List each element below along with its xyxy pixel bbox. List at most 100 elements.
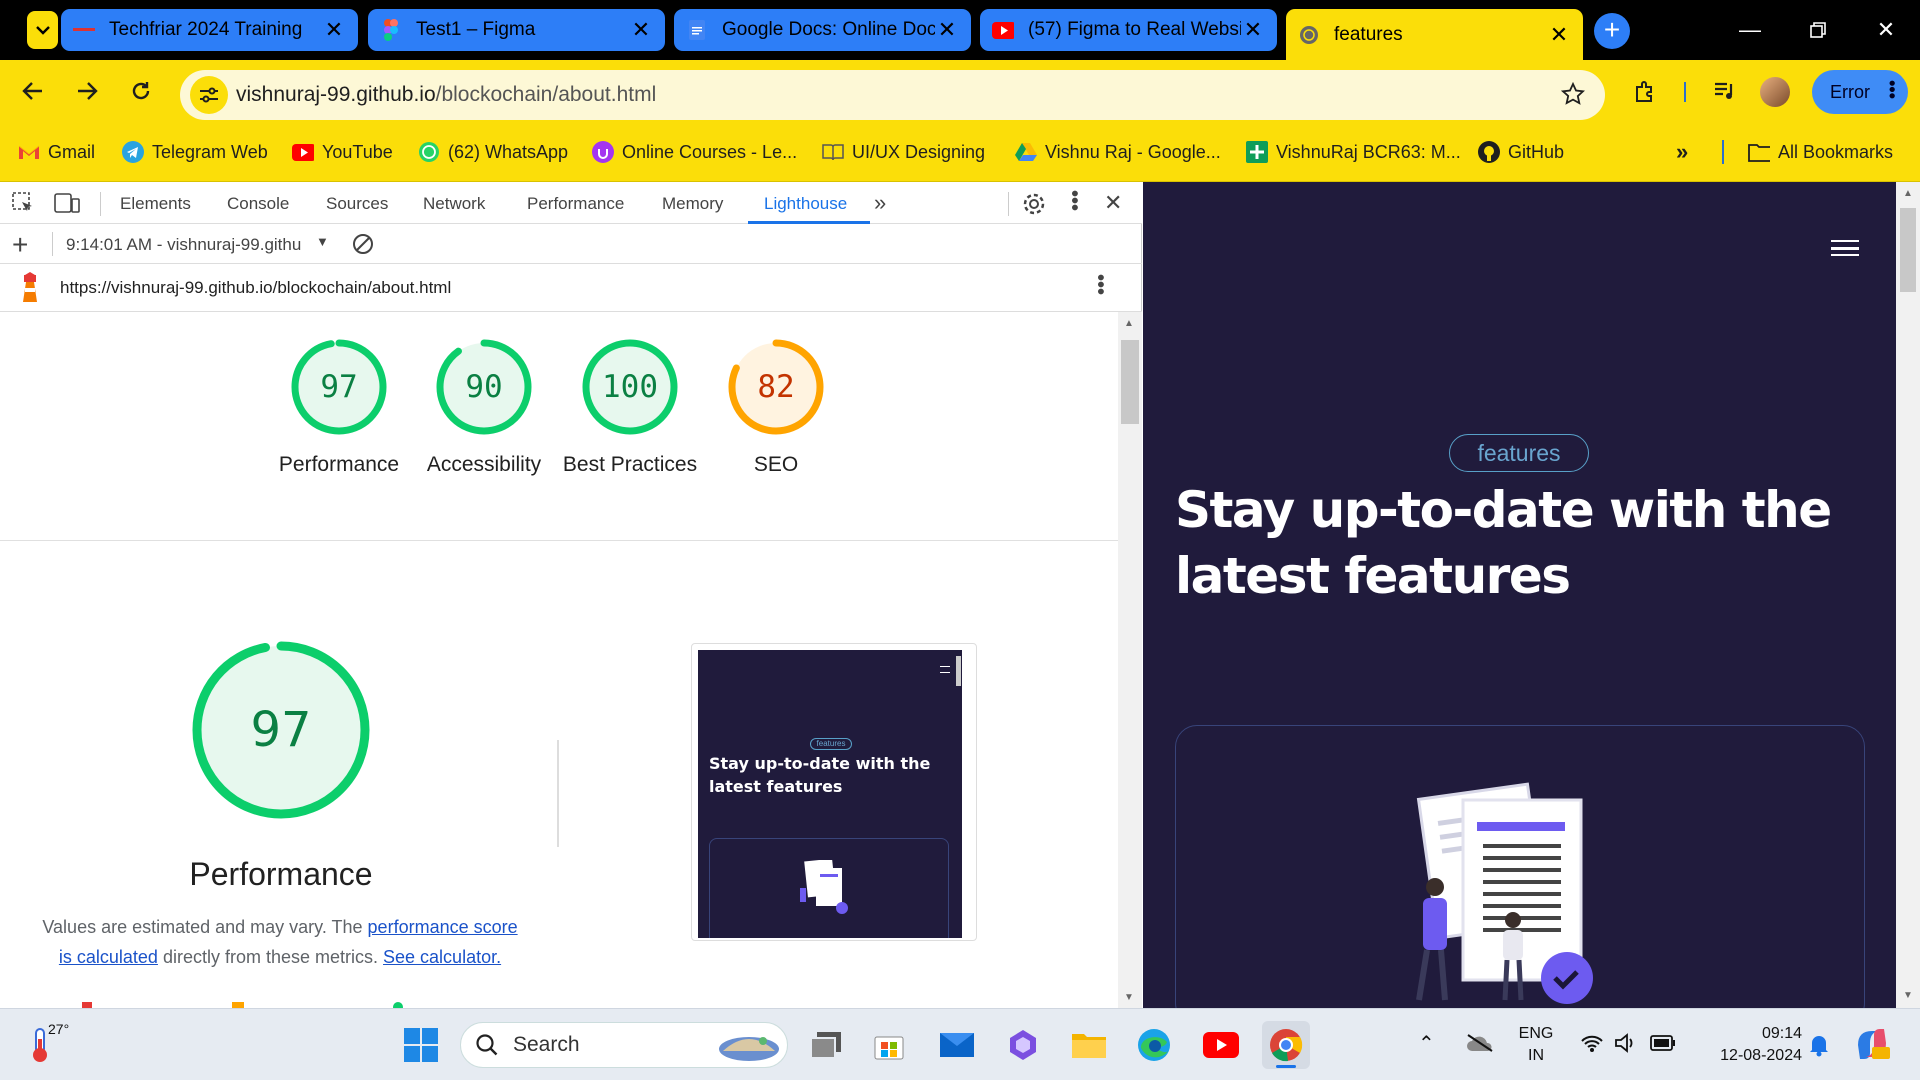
device-toolbar-icon[interactable] — [54, 192, 80, 219]
address-bar[interactable]: vishnuraj-99.github.io/blockochain/about… — [180, 70, 1605, 120]
bookmark-drive[interactable]: Vishnu Raj - Google... — [1015, 138, 1221, 166]
tab-elements[interactable]: Elements — [120, 194, 191, 214]
tab-figma[interactable]: Test1 – Figma ✕ — [368, 9, 665, 51]
bookmark-label: All Bookmarks — [1778, 141, 1894, 162]
book-icon — [822, 141, 844, 163]
weather-widget[interactable]: 27° — [28, 1021, 69, 1065]
profile-avatar[interactable] — [1760, 77, 1790, 107]
tab-sources[interactable]: Sources — [326, 194, 388, 214]
bookmark-uiux[interactable]: UI/UX Designing — [822, 138, 985, 166]
notification-bell-icon[interactable] — [1808, 1033, 1830, 1062]
clear-icon[interactable] — [352, 233, 374, 260]
tab-lighthouse[interactable]: Lighthouse — [764, 194, 847, 214]
youtube-app-icon[interactable] — [1197, 1021, 1245, 1069]
close-devtools-icon[interactable]: ✕ — [1104, 190, 1122, 216]
extensions-icon[interactable] — [1628, 74, 1662, 108]
see-calculator-link[interactable]: See calculator. — [383, 947, 501, 967]
bookmark-telegram[interactable]: Telegram Web — [122, 138, 268, 166]
battery-icon[interactable] — [1650, 1035, 1676, 1056]
scrollbar-thumb[interactable] — [1900, 208, 1916, 292]
bookmark-whatsapp[interactable]: (62) WhatsApp — [418, 138, 568, 166]
bookmark-sheets[interactable]: VishnuRaj BCR63: M... — [1246, 138, 1461, 166]
devtools-scrollbar[interactable]: ▲ ▼ — [1118, 312, 1142, 1008]
gauge-best-practices[interactable]: 100 — [581, 338, 679, 436]
bookmark-gmail[interactable]: Gmail — [18, 138, 95, 166]
tab-features[interactable]: features ✕ — [1286, 9, 1583, 60]
tab-google-docs[interactable]: Google Docs: Online Doc ✕ — [674, 9, 971, 51]
scroll-down-icon[interactable]: ▼ — [1124, 992, 1134, 1003]
page-scrollbar[interactable]: ▲ ▼ — [1896, 182, 1920, 1008]
gauge-accessibility[interactable]: 90 — [435, 338, 533, 436]
close-icon[interactable]: ✕ — [1241, 18, 1265, 42]
show-hidden-icons[interactable]: ⌃ — [1418, 1031, 1435, 1056]
restore-button[interactable] — [1784, 0, 1852, 60]
new-tab-button[interactable]: + — [1594, 13, 1630, 49]
arrow-left-icon — [22, 82, 42, 100]
error-button[interactable]: Error ••• — [1812, 70, 1908, 114]
scroll-down-icon[interactable]: ▼ — [1903, 990, 1913, 1001]
forward-button[interactable] — [70, 74, 104, 108]
edge-icon[interactable] — [1130, 1021, 1178, 1069]
scroll-up-icon[interactable]: ▲ — [1124, 318, 1134, 329]
hamburger-menu-icon[interactable] — [1831, 240, 1859, 256]
minimize-button[interactable]: — — [1716, 0, 1784, 60]
bookmark-online-courses[interactable]: Online Courses - Le... — [592, 138, 797, 166]
tab-console[interactable]: Console — [227, 194, 289, 214]
more-tabs-icon[interactable]: » — [874, 190, 886, 216]
clock-date: 12-08-2024 — [1720, 1047, 1802, 1064]
copilot-icon[interactable] — [1854, 1027, 1890, 1066]
more-vert-icon[interactable]: ••• — [1063, 190, 1085, 211]
close-icon[interactable]: ✕ — [1547, 22, 1571, 47]
close-window-button[interactable]: ✕ — [1852, 0, 1920, 60]
media-control-icon[interactable] — [1708, 74, 1742, 108]
bookmark-github[interactable]: GitHub — [1478, 138, 1564, 166]
tab-search-button[interactable] — [27, 11, 58, 49]
volume-icon[interactable] — [1614, 1033, 1638, 1058]
close-icon[interactable]: ✕ — [935, 18, 959, 42]
more-bookmarks-button[interactable]: » — [1676, 138, 1688, 166]
store-icon[interactable] — [865, 1021, 913, 1069]
dropdown-arrow-icon[interactable]: ▼ — [316, 234, 329, 249]
more-vert-icon[interactable]: ••• — [1089, 274, 1111, 295]
mail-icon[interactable] — [933, 1021, 981, 1069]
onedrive-icon[interactable] — [1466, 1033, 1494, 1058]
wifi-icon[interactable] — [1580, 1033, 1604, 1058]
chrome-app-icon[interactable] — [1262, 1021, 1310, 1069]
gauge-seo[interactable]: 82 — [727, 338, 825, 436]
close-icon[interactable]: ✕ — [322, 18, 346, 42]
tab-youtube[interactable]: (57) Figma to Real Websi ✕ — [980, 9, 1277, 51]
close-icon[interactable]: ✕ — [629, 18, 653, 42]
techfriar-icon — [73, 19, 95, 41]
report-select[interactable]: 9:14:01 AM - vishnuraj-99.githu — [66, 235, 301, 255]
tab-performance[interactable]: Performance — [527, 194, 624, 214]
tab-network[interactable]: Network — [423, 194, 485, 214]
tab-memory[interactable]: Memory — [662, 194, 723, 214]
gauge-performance[interactable]: 97 — [290, 338, 388, 436]
taskbar-search[interactable]: Search — [460, 1022, 788, 1068]
inspect-element-icon[interactable] — [12, 192, 34, 219]
scrollbar-thumb[interactable] — [1121, 340, 1139, 424]
tab-techfriar[interactable]: Techfriar 2024 Training ✕ — [61, 9, 358, 51]
gauge-score: 82 — [757, 369, 795, 405]
reload-button[interactable] — [124, 74, 158, 108]
new-report-icon[interactable]: + — [12, 229, 28, 261]
bookmark-youtube[interactable]: YouTube — [292, 138, 393, 166]
system-clock[interactable]: 09:14 12-08-2024 — [1692, 1023, 1802, 1067]
back-button[interactable] — [16, 74, 50, 108]
bookmark-star-icon[interactable] — [1560, 81, 1586, 111]
file-explorer-icon[interactable] — [1065, 1021, 1113, 1069]
globe-icon — [1298, 24, 1320, 46]
language-indicator[interactable]: ENG IN — [1518, 1023, 1554, 1067]
all-bookmarks-button[interactable]: All Bookmarks — [1748, 138, 1893, 166]
task-view-icon[interactable] — [802, 1021, 850, 1069]
copilot-app-icon[interactable] — [999, 1021, 1047, 1069]
tab-title: features — [1334, 23, 1403, 45]
features-pill: features — [1449, 434, 1589, 472]
final-screenshot-thumbnail[interactable]: features Stay up-to-date with the latest… — [691, 643, 977, 941]
gauge-score: 90 — [465, 369, 503, 405]
scroll-up-icon[interactable]: ▲ — [1903, 188, 1913, 199]
start-button[interactable] — [397, 1021, 445, 1069]
settings-gear-icon[interactable] — [1022, 192, 1046, 221]
youtube-icon — [292, 141, 314, 163]
site-settings-icon[interactable] — [190, 76, 228, 114]
